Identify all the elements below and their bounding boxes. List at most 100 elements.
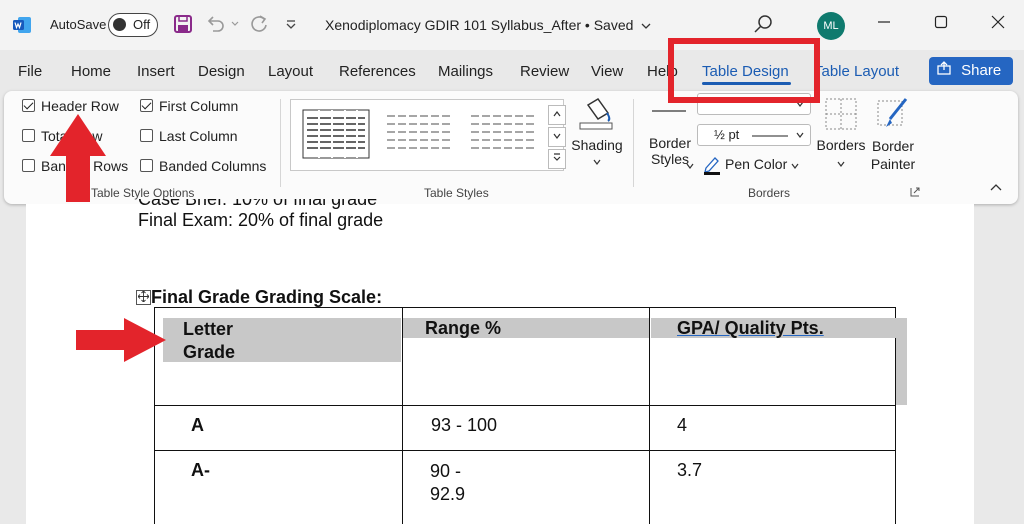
title-bar: AutoSave Off Xenodiplomacy GDIR 101 Syll…: [0, 0, 1024, 50]
tab-file[interactable]: File: [18, 63, 42, 80]
tab-insert[interactable]: Insert: [137, 63, 175, 80]
line-weight-value: ½ pt: [714, 127, 740, 142]
table-style-thumbnails: [302, 109, 535, 159]
autosave-toggle[interactable]: Off: [108, 13, 158, 37]
document-title[interactable]: Xenodiplomacy GDIR 101 Syllabus_After • …: [325, 17, 651, 33]
line-weight-dropdown[interactable]: ½ pt: [697, 124, 811, 146]
minimize-icon: [878, 21, 890, 23]
banded-columns-checkbox[interactable]: [140, 159, 153, 172]
table-cell-range[interactable]: 90 - 92.9: [430, 460, 480, 506]
border-styles-button[interactable]: Border Styles: [640, 97, 700, 177]
first-column-label: First Column: [159, 98, 239, 114]
document-title-text: Xenodiplomacy GDIR 101 Syllabus_After • …: [325, 17, 634, 33]
table-styles-label: Table Styles: [424, 186, 489, 200]
table-style-grid[interactable]: [302, 109, 370, 159]
tab-layout[interactable]: Layout: [268, 63, 313, 80]
chevron-down-icon: [593, 159, 601, 165]
share-icon: [937, 61, 951, 75]
table-cell-grade[interactable]: A: [191, 415, 204, 436]
save-icon[interactable]: [172, 13, 194, 35]
banded-rows-checkbox[interactable]: [22, 159, 35, 172]
more-icon: [553, 153, 561, 161]
tab-review[interactable]: Review: [520, 63, 569, 80]
tab-table-layout[interactable]: Table Layout: [814, 63, 899, 80]
avatar[interactable]: ML: [817, 12, 845, 40]
toggle-knob: [113, 18, 126, 31]
gallery-scroll-down[interactable]: [548, 127, 566, 147]
table-cell-gpa[interactable]: 4: [677, 415, 687, 436]
banded-columns-label: Banded Columns: [159, 158, 267, 174]
undo-icon[interactable]: [204, 13, 226, 35]
annotation-arrow-up: [50, 114, 106, 202]
annotation-highlight-box: [668, 38, 820, 103]
table-cell-grade[interactable]: A-: [191, 460, 210, 481]
border-painter-button[interactable]: Border Painter: [866, 95, 920, 175]
table-header-range[interactable]: Range %: [425, 318, 501, 339]
header-row-checkbox[interactable]: [22, 99, 35, 112]
borders-button[interactable]: Borders: [814, 95, 868, 175]
table-header-gpa[interactable]: GPA/ Quality Pts.: [677, 318, 824, 339]
chevron-up-icon: [553, 111, 561, 117]
border-line-preview: [652, 110, 686, 112]
share-button[interactable]: Share: [929, 57, 1013, 102]
table-gridline: [155, 450, 895, 451]
gallery-scroll-up[interactable]: [548, 105, 566, 125]
close-button[interactable]: [984, 12, 1012, 38]
group-divider: [280, 99, 281, 187]
chevron-down-icon: [837, 161, 845, 167]
group-divider: [633, 99, 634, 187]
borders-label: Borders: [816, 137, 866, 153]
border-painter-label: Border Painter: [870, 138, 916, 172]
chevron-down-icon: [796, 132, 804, 138]
last-column-checkbox[interactable]: [140, 129, 153, 142]
table-cell-gpa[interactable]: 3.7: [677, 460, 702, 481]
autosave-label: AutoSave: [50, 17, 107, 32]
line-weight-preview: [752, 135, 788, 137]
header-shading-edge: [896, 318, 907, 405]
last-column-label: Last Column: [159, 128, 238, 144]
table-gridline: [402, 308, 403, 524]
ribbon: Header Row First Column Total Row Last C…: [4, 91, 1018, 204]
shading-label: Shading: [571, 137, 623, 153]
table-header-letter-grade[interactable]: Letter Grade: [183, 318, 263, 364]
annotation-arrow-right: [76, 318, 166, 362]
tab-references[interactable]: References: [339, 63, 416, 80]
maximize-button[interactable]: [927, 12, 955, 38]
table-styles-gallery: [290, 99, 564, 171]
minimize-button[interactable]: [870, 12, 898, 38]
table-style-plain-2[interactable]: [471, 115, 535, 149]
redo-icon[interactable]: [248, 13, 270, 35]
chevron-down-icon: [641, 23, 651, 29]
customize-toolbar-icon[interactable]: [284, 18, 298, 32]
undo-dropdown-icon[interactable]: [230, 19, 240, 29]
chevron-down-icon: [791, 163, 799, 169]
chevron-down-icon: [686, 163, 694, 169]
shading-bucket-icon: [579, 98, 613, 130]
collapse-ribbon-icon[interactable]: [990, 183, 1002, 191]
table-cell-range[interactable]: 93 - 100: [431, 415, 497, 436]
pen-color-label: Pen Color: [725, 156, 788, 172]
borders-dialog-launcher-icon[interactable]: [910, 187, 920, 197]
borders-icon: [825, 98, 857, 130]
table-gridline: [649, 308, 650, 524]
first-column-checkbox[interactable]: [140, 99, 153, 112]
shading-button[interactable]: Shading: [570, 93, 624, 171]
borders-group-label: Borders: [748, 186, 791, 200]
search-icon[interactable]: [752, 13, 774, 35]
tab-view[interactable]: View: [591, 63, 623, 80]
table-move-handle[interactable]: [136, 290, 151, 305]
tab-design[interactable]: Design: [198, 63, 245, 80]
close-icon: [991, 15, 1005, 29]
maximize-icon: [934, 15, 948, 29]
total-row-checkbox[interactable]: [22, 129, 35, 142]
chevron-down-icon: [553, 133, 561, 139]
final-exam-line: Final Exam: 20% of final grade: [138, 210, 384, 230]
tab-mailings[interactable]: Mailings: [438, 63, 493, 80]
table-style-plain-1[interactable]: [387, 115, 451, 149]
pen-color-button[interactable]: Pen Color: [701, 153, 811, 177]
gallery-more[interactable]: [548, 149, 566, 169]
move-icon: [137, 290, 150, 303]
tab-home[interactable]: Home: [71, 63, 111, 80]
word-app-icon: [13, 17, 31, 33]
border-painter-icon: [877, 98, 908, 127]
